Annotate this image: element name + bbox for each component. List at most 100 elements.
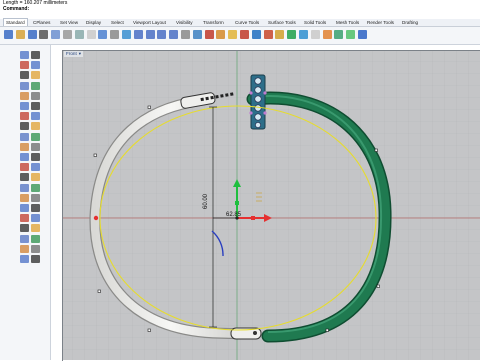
tab-transform[interactable]: Transform [203,19,224,26]
save-icon[interactable] [27,30,37,39]
analyze-icon[interactable] [322,30,332,39]
grid-snap-icon[interactable] [181,30,190,39]
display-mode-icon[interactable] [263,30,273,39]
new-file-icon[interactable] [4,30,13,39]
offset-curve-icon[interactable] [31,102,40,110]
group-icon[interactable] [20,204,29,212]
tab-drafting[interactable]: Drafting [402,19,418,26]
gumball-x-scale-handle[interactable] [251,216,255,220]
point-icon[interactable] [31,51,40,59]
select-icon[interactable] [20,51,29,59]
import-icon[interactable] [51,30,61,39]
help-icon[interactable] [358,30,367,39]
undo-icon[interactable] [98,30,108,39]
copy-object-icon[interactable] [31,153,40,161]
text-icon[interactable] [31,234,40,243]
command-prompt[interactable]: Command: [3,6,29,12]
toolbar-tabs: Standard CPlanes Set View Display Select… [0,18,480,27]
light-icon[interactable] [228,30,238,39]
copy-icon[interactable] [74,30,84,39]
tab-display[interactable]: Display [86,19,101,26]
gumball-x-origin-marker [93,215,99,221]
surface-plane-icon[interactable] [20,112,29,121]
mesh-icon[interactable] [334,30,344,39]
command-history: Length = 160.207 millimeters Command: [0,0,480,19]
split-icon[interactable] [31,193,40,202]
stone-setting[interactable] [249,74,267,130]
trim-icon[interactable] [20,193,29,202]
box-icon[interactable] [20,132,29,141]
tab-cplanes[interactable]: CPlanes [33,19,50,26]
curve-icon[interactable] [31,61,40,70]
polyline-icon[interactable] [20,61,29,70]
move-icon[interactable] [20,153,29,161]
mesh-tool-icon[interactable] [20,244,29,253]
tab-render-tools[interactable]: Render Tools [367,19,394,26]
dimension-icon[interactable] [20,234,29,243]
sweep-icon[interactable] [31,122,40,131]
hide-icon[interactable] [31,214,40,223]
render-icon[interactable] [275,30,285,39]
cplane-icon[interactable] [204,30,214,39]
tab-standard[interactable]: Standard [3,18,28,26]
four-viewports-icon[interactable] [192,30,202,39]
gumball-y-scale-handle[interactable] [235,201,239,205]
viewport-menu-icon[interactable]: ▾ [79,51,81,56]
explode-icon[interactable] [31,183,40,192]
tab-surface-tools[interactable]: Surface Tools [268,19,296,26]
rotate-icon[interactable] [20,163,29,172]
boolean-union-icon[interactable] [20,142,29,151]
scale-icon[interactable] [31,163,40,172]
tab-mesh-tools[interactable]: Mesh Tools [336,19,359,26]
analysis-icon[interactable] [31,244,40,253]
rotate-view-icon[interactable] [122,30,131,39]
mirror-icon[interactable] [20,173,29,182]
zoom-selected-icon[interactable] [157,30,167,39]
lock-icon[interactable] [31,224,40,233]
zoom-target-icon[interactable] [169,30,179,39]
settings-gear-icon[interactable] [310,30,320,39]
hinge-pin-icon [253,331,257,335]
front-viewport[interactable]: 62.85 60.00 [63,51,480,360]
ungroup-icon[interactable] [31,204,40,212]
paste-icon[interactable] [86,30,96,39]
open-folder-icon[interactable] [15,30,25,39]
rectangle-icon[interactable] [20,81,29,90]
tab-set-view[interactable]: Set View [60,19,78,26]
freeform-icon[interactable] [31,91,40,100]
environment-icon[interactable] [299,30,308,39]
show-icon[interactable] [20,224,29,233]
extrude-icon[interactable] [20,122,29,131]
fillet-curve-icon[interactable] [20,102,29,110]
tab-viewport-layout[interactable]: Viewport Layout [133,19,166,26]
tab-select[interactable]: Select [111,19,124,26]
snap-icon[interactable] [20,255,29,263]
pan-icon[interactable] [110,30,120,39]
arc-icon[interactable] [31,71,40,80]
print-icon[interactable] [39,30,49,39]
layer-palette-icon[interactable] [20,214,29,223]
vertical-dimension-text: 60.00 [203,193,209,209]
circle-icon[interactable] [20,71,29,80]
viewport-canvas[interactable] [63,51,480,360]
layer-icon[interactable] [240,30,249,39]
boolean-split-icon[interactable] [31,142,40,151]
zoom-extents-icon[interactable] [133,30,143,39]
history-icon[interactable] [31,255,40,263]
viewport-title[interactable]: Front ▾ [64,51,84,57]
loft-icon[interactable] [31,112,40,121]
zoom-window-icon[interactable] [145,30,155,39]
cut-icon[interactable] [63,30,72,39]
tab-curve-tools[interactable]: Curve Tools [235,19,259,26]
material-sphere-icon[interactable] [287,30,297,39]
tab-solid-tools[interactable]: Solid Tools [304,19,326,26]
ellipse-icon[interactable] [20,91,29,100]
tab-visibility[interactable]: Visibility [176,19,193,26]
material-icon[interactable] [216,30,226,39]
object-properties-icon[interactable] [251,30,261,39]
drafting-icon[interactable] [346,30,356,39]
join-icon[interactable] [20,183,29,192]
polygon-icon[interactable] [31,81,40,90]
sphere-icon[interactable] [31,132,40,141]
array-icon[interactable] [31,173,40,182]
